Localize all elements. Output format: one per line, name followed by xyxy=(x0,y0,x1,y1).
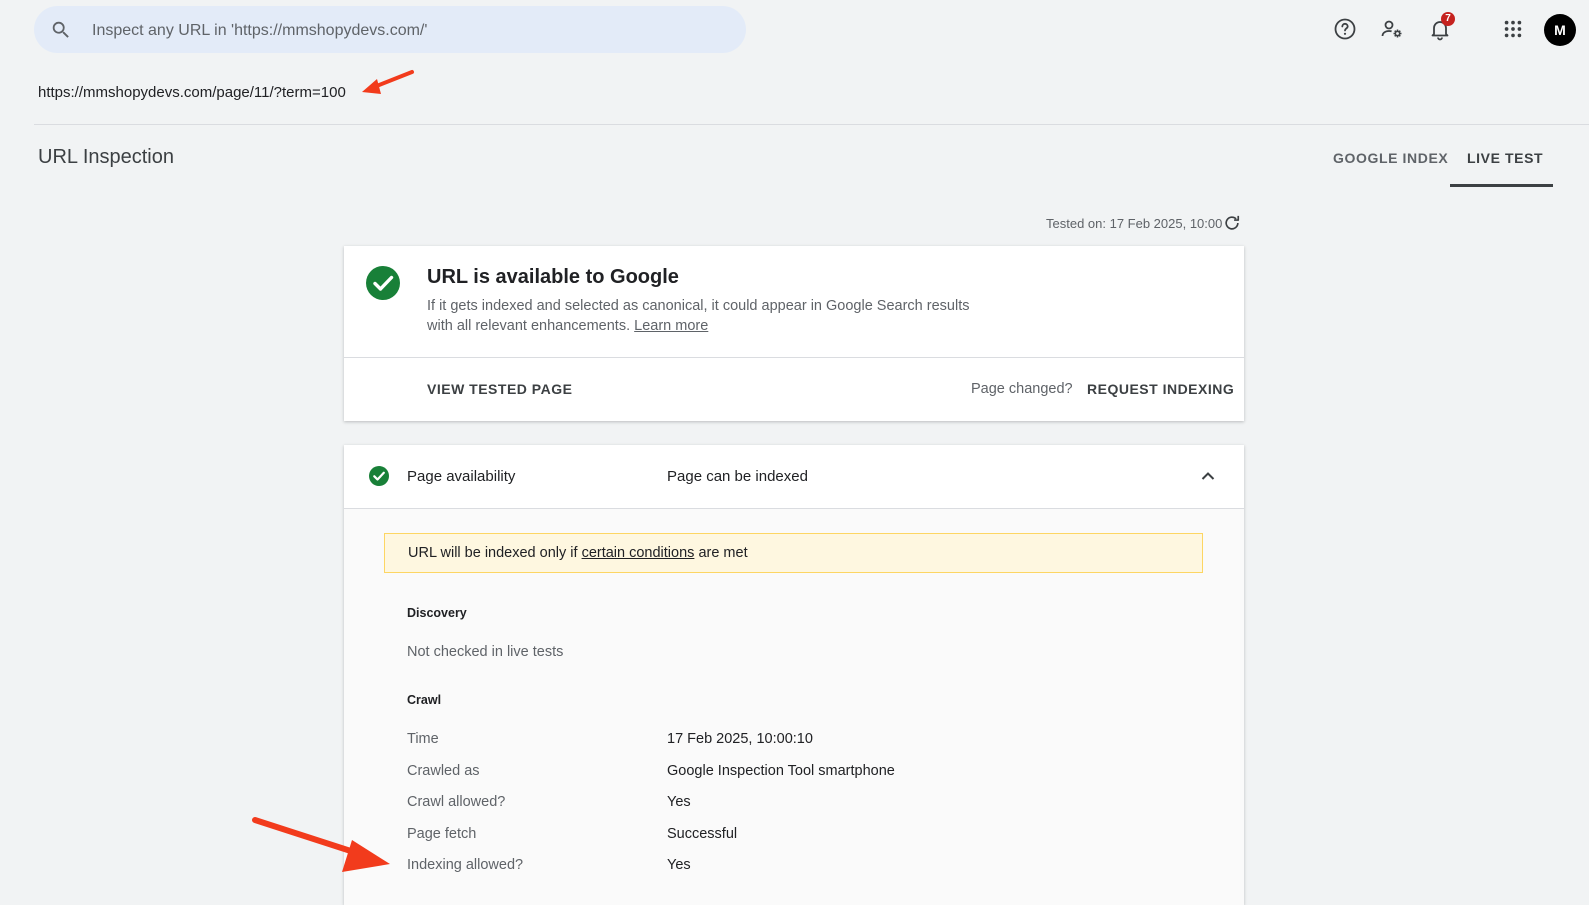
search-icon[interactable] xyxy=(50,19,72,41)
help-circle-icon xyxy=(1334,18,1356,40)
crawl-row-value: Yes xyxy=(667,794,691,810)
card-divider xyxy=(344,357,1244,358)
page-title: URL Inspection xyxy=(38,146,174,168)
warning-text: URL will be indexed only if certain cond… xyxy=(408,545,748,561)
result-card: URL is available to Google If it gets in… xyxy=(344,246,1244,421)
warning-suffix: are met xyxy=(698,545,748,561)
notification-count-badge: 7 xyxy=(1441,12,1455,26)
result-description-line2: with all relevant enhancements. xyxy=(427,318,631,334)
manage-accounts-icon xyxy=(1381,20,1402,38)
page-availability-status: Page can be indexed xyxy=(667,468,808,485)
apps-button[interactable] xyxy=(1500,16,1526,42)
search-bar[interactable] xyxy=(34,6,746,55)
url-search-input[interactable] xyxy=(90,6,714,55)
help-button[interactable] xyxy=(1332,16,1358,42)
crawl-row-label: Page fetch xyxy=(407,826,477,842)
crawl-row-value: 17 Feb 2025, 10:00:10 xyxy=(667,731,813,747)
header-divider xyxy=(34,124,1589,125)
tab-google-index[interactable]: GOOGLE INDEX xyxy=(1333,150,1448,166)
page-availability-label: Page availability xyxy=(407,468,516,485)
check-circle-icon xyxy=(366,266,400,300)
crawl-heading: Crawl xyxy=(407,693,442,707)
warning-prefix: URL will be indexed only if xyxy=(408,545,578,561)
tested-on-timestamp: Tested on: 17 Feb 2025, 10:00 xyxy=(1046,216,1223,231)
page-availability-header[interactable]: Page availability Page can be indexed xyxy=(344,445,1244,509)
page-changed-label: Page changed? xyxy=(971,381,1073,397)
manage-accounts-button[interactable] xyxy=(1379,16,1405,42)
check-circle-icon xyxy=(369,466,389,486)
result-description-line1: If it gets indexed and selected as canon… xyxy=(427,298,970,314)
indexing-conditions-warning: URL will be indexed only if certain cond… xyxy=(384,533,1203,573)
result-description: If it gets indexed and selected as canon… xyxy=(427,296,1007,336)
apps-grid-icon xyxy=(1504,20,1522,38)
crawl-row-label: Indexing allowed? xyxy=(407,857,524,873)
crawl-row-value: Google Inspection Tool smartphone xyxy=(667,763,895,779)
tab-live-test[interactable]: LIVE TEST xyxy=(1467,150,1543,166)
view-tested-page-button[interactable]: VIEW TESTED PAGE xyxy=(427,381,572,397)
request-indexing-button[interactable]: REQUEST INDEXING xyxy=(1087,381,1234,397)
annotation-arrow-icon xyxy=(362,70,414,94)
learn-more-link[interactable]: Learn more xyxy=(634,318,708,334)
inspected-url: https://mmshopydevs.com/page/11/?term=10… xyxy=(38,84,346,101)
discovery-text: Not checked in live tests xyxy=(407,644,564,660)
result-title: URL is available to Google xyxy=(427,266,679,288)
chevron-up-icon[interactable] xyxy=(1199,467,1217,485)
crawl-row-label: Time xyxy=(407,731,439,747)
refresh-icon[interactable] xyxy=(1222,213,1242,233)
crawl-row-value: Yes xyxy=(667,857,691,873)
crawl-row-label: Crawl allowed? xyxy=(407,794,506,810)
active-tab-indicator xyxy=(1450,184,1553,187)
certain-conditions-link[interactable]: certain conditions xyxy=(582,545,695,561)
discovery-heading: Discovery xyxy=(407,606,467,620)
account-avatar[interactable]: M xyxy=(1544,14,1576,46)
notifications-button[interactable]: 7 xyxy=(1427,12,1455,42)
crawl-row-value: Successful xyxy=(667,826,738,842)
crawl-row-label: Crawled as xyxy=(407,763,480,779)
annotation-arrow-icon xyxy=(252,817,390,872)
page-availability-panel: Page availability Page can be indexed UR… xyxy=(344,445,1244,905)
